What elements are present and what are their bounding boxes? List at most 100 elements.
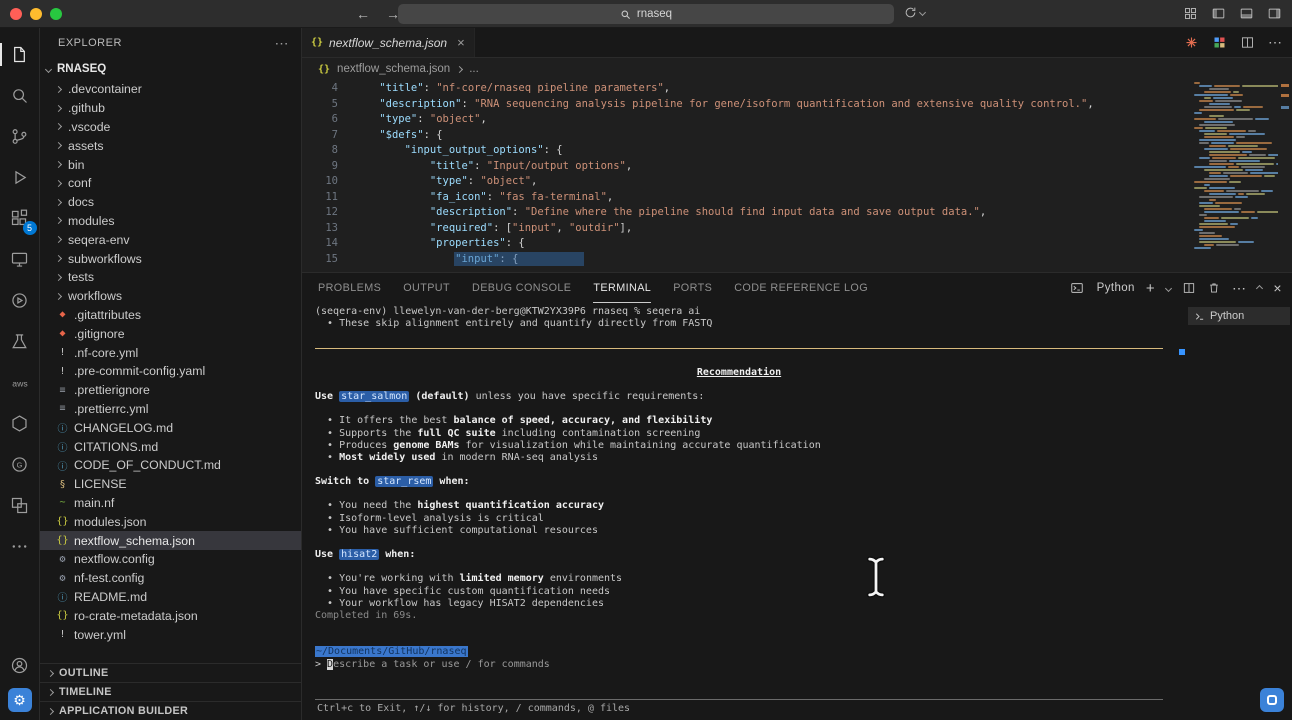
- code-line-9[interactable]: 9 "title": "Input/output options",: [302, 159, 1182, 175]
- section-timeline[interactable]: TIMELINE: [40, 682, 301, 701]
- section-application-builder[interactable]: APPLICATION BUILDER: [40, 701, 301, 720]
- refresh-icon[interactable]: [904, 6, 917, 19]
- code-line-8[interactable]: 8 "input_output_options": {: [302, 143, 1182, 159]
- aws-icon[interactable]: aws: [0, 362, 40, 403]
- tree-item-modules.json[interactable]: {}modules.json: [40, 512, 301, 531]
- tree-item-.devcontainer[interactable]: .devcontainer: [40, 80, 301, 99]
- code-line-4[interactable]: 4 "title": "nf-core/rnaseq pipeline para…: [302, 81, 1182, 97]
- kubernetes-icon[interactable]: [0, 403, 40, 444]
- zoom-window-button[interactable]: [50, 8, 62, 20]
- tree-item-.pre-commit-config.yaml[interactable]: !.pre-commit-config.yaml: [40, 362, 301, 381]
- tree-item-CITATIONS.md[interactable]: ⓘCITATIONS.md: [40, 437, 301, 456]
- more-tools-icon[interactable]: [0, 526, 40, 567]
- tree-item-LICENSE[interactable]: §LICENSE: [40, 475, 301, 494]
- code-line-13[interactable]: 13 "required": ["input", "outdir"],: [302, 221, 1182, 237]
- toggle-sidebar-icon[interactable]: [1211, 6, 1226, 21]
- tree-item-.prettierrc.yml[interactable]: ≡.prettierrc.yml: [40, 400, 301, 419]
- tree-item-nextflow_schema.json[interactable]: {}nextflow_schema.json: [40, 531, 301, 550]
- code-line-14[interactable]: 14 "properties": {: [302, 236, 1182, 252]
- panel-tab-output[interactable]: OUTPUT: [403, 273, 450, 303]
- tree-item-.gitignore[interactable]: ◆.gitignore: [40, 324, 301, 343]
- code-line-10[interactable]: 10 "type": "object",: [302, 174, 1182, 190]
- tree-item-modules[interactable]: modules: [40, 212, 301, 231]
- tree-item-tests[interactable]: tests: [40, 268, 301, 287]
- panel-tab-ports[interactable]: PORTS: [673, 273, 712, 303]
- toggle-panel-icon[interactable]: [1239, 6, 1254, 21]
- tree-item-workflows[interactable]: workflows: [40, 287, 301, 306]
- tree-item-conf[interactable]: conf: [40, 174, 301, 193]
- tree-item-README.md[interactable]: ⓘREADME.md: [40, 588, 301, 607]
- minimap[interactable]: [1194, 82, 1278, 270]
- split-editor-icon[interactable]: [1240, 35, 1255, 50]
- tree-item-CODE_OF_CONDUCT.md[interactable]: ⓘCODE_OF_CONDUCT.md: [40, 456, 301, 475]
- panel-tab-problems[interactable]: PROBLEMS: [318, 273, 381, 303]
- terminal[interactable]: (seqera-env) llewelyn-van-der-berg@KTW2Y…: [302, 303, 1179, 720]
- tree-item-.prettierignore[interactable]: ≡.prettierignore: [40, 381, 301, 400]
- command-center-search[interactable]: rnaseq: [398, 4, 894, 24]
- code-line-7[interactable]: 7 "$defs": {: [302, 128, 1182, 144]
- explorer-more-actions-icon[interactable]: ⋯: [275, 35, 290, 52]
- extensions-icon[interactable]: 5: [0, 198, 40, 239]
- editor-scrollbar[interactable]: [1278, 80, 1292, 272]
- tree-item-main.nf[interactable]: ~main.nf: [40, 494, 301, 513]
- close-window-button[interactable]: [10, 8, 22, 20]
- search-sidebar-icon[interactable]: [0, 75, 40, 116]
- gitlens-icon[interactable]: G: [0, 444, 40, 485]
- breadcrumb-more[interactable]: ...: [469, 63, 479, 75]
- tree-item-.nf-core.yml[interactable]: !.nf-core.yml: [40, 343, 301, 362]
- settings-gear-icon[interactable]: ⚙: [8, 688, 32, 712]
- tree-root-rnaseq[interactable]: RNASEQ: [40, 58, 301, 80]
- split-terminal-icon[interactable]: [1182, 281, 1196, 295]
- tree-item-docs[interactable]: docs: [40, 193, 301, 212]
- tree-item-.vscode[interactable]: .vscode: [40, 118, 301, 137]
- test-explorer-icon[interactable]: [0, 321, 40, 362]
- code-line-15[interactable]: 15 "input": {: [302, 252, 1182, 268]
- notification-badge[interactable]: [1260, 688, 1284, 712]
- run-debug-icon[interactable]: [0, 157, 40, 198]
- tab-nextflow-schema[interactable]: {} nextflow_schema.json ×: [302, 28, 475, 57]
- sparkle-icon[interactable]: [1184, 35, 1199, 50]
- new-terminal-icon[interactable]: +: [1146, 280, 1155, 297]
- dropdown-caret-icon[interactable]: [919, 9, 926, 16]
- close-tab-icon[interactable]: ×: [457, 35, 465, 50]
- tree-item-nextflow.config[interactable]: ⚙nextflow.config: [40, 550, 301, 569]
- terminal-scrollbar[interactable]: [1179, 303, 1186, 720]
- terminal-dropdown-caret-icon[interactable]: [1165, 284, 1172, 291]
- tree-item-subworkflows[interactable]: subworkflows: [40, 249, 301, 268]
- accounts-icon[interactable]: [0, 651, 40, 679]
- panel-tab-debug-console[interactable]: DEBUG CONSOLE: [472, 273, 571, 303]
- panel-tab-terminal[interactable]: TERMINAL: [593, 273, 651, 303]
- minimize-window-button[interactable]: [30, 8, 42, 20]
- explorer-icon[interactable]: [0, 34, 40, 75]
- navigate-back-icon[interactable]: ←: [356, 6, 370, 22]
- terminal-list-item-python[interactable]: Python: [1188, 307, 1290, 325]
- code-line-6[interactable]: 6 "type": "object",: [302, 112, 1182, 128]
- color-grid-icon[interactable]: [1212, 35, 1227, 50]
- github-actions-icon[interactable]: [0, 280, 40, 321]
- tree-item-bin[interactable]: bin: [40, 155, 301, 174]
- tree-item-ro-crate-metadata.json[interactable]: {}ro-crate-metadata.json: [40, 606, 301, 625]
- maximize-panel-icon[interactable]: [1256, 284, 1263, 291]
- code-line-12[interactable]: 12 "description": "Define where the pipe…: [302, 205, 1182, 221]
- panel-more-actions-icon[interactable]: ⋯: [1232, 280, 1246, 297]
- tree-item-assets[interactable]: assets: [40, 136, 301, 155]
- editor-more-actions-icon[interactable]: ⋯: [1268, 34, 1282, 51]
- section-outline[interactable]: OUTLINE: [40, 663, 301, 682]
- tree-item-tower.yml[interactable]: !tower.yml: [40, 625, 301, 644]
- source-control-icon[interactable]: [0, 116, 40, 157]
- close-panel-icon[interactable]: ×: [1273, 280, 1282, 296]
- tree-item-CHANGELOG.md[interactable]: ⓘCHANGELOG.md: [40, 418, 301, 437]
- code-line-11[interactable]: 11 "fa_icon": "fas fa-terminal",: [302, 190, 1182, 206]
- panel-tab-code-reference-log[interactable]: CODE REFERENCE LOG: [734, 273, 868, 303]
- toggle-secondary-sidebar-icon[interactable]: [1267, 6, 1282, 21]
- tree-item-.github[interactable]: .github: [40, 99, 301, 118]
- apps-grid-icon[interactable]: [1183, 6, 1198, 21]
- tree-item-nf-test.config[interactable]: ⚙nf-test.config: [40, 569, 301, 588]
- kill-terminal-icon[interactable]: [1207, 281, 1221, 295]
- code-line-5[interactable]: 5 "description": "RNA sequencing analysi…: [302, 97, 1182, 113]
- breadcrumb-file[interactable]: nextflow_schema.json: [337, 63, 450, 75]
- tree-item-seqera-env[interactable]: seqera-env: [40, 230, 301, 249]
- tree-item-.gitattributes[interactable]: ◆.gitattributes: [40, 306, 301, 325]
- split-view-icon[interactable]: [0, 485, 40, 526]
- code-editor[interactable]: 4 "title": "nf-core/rnaseq pipeline para…: [302, 80, 1292, 272]
